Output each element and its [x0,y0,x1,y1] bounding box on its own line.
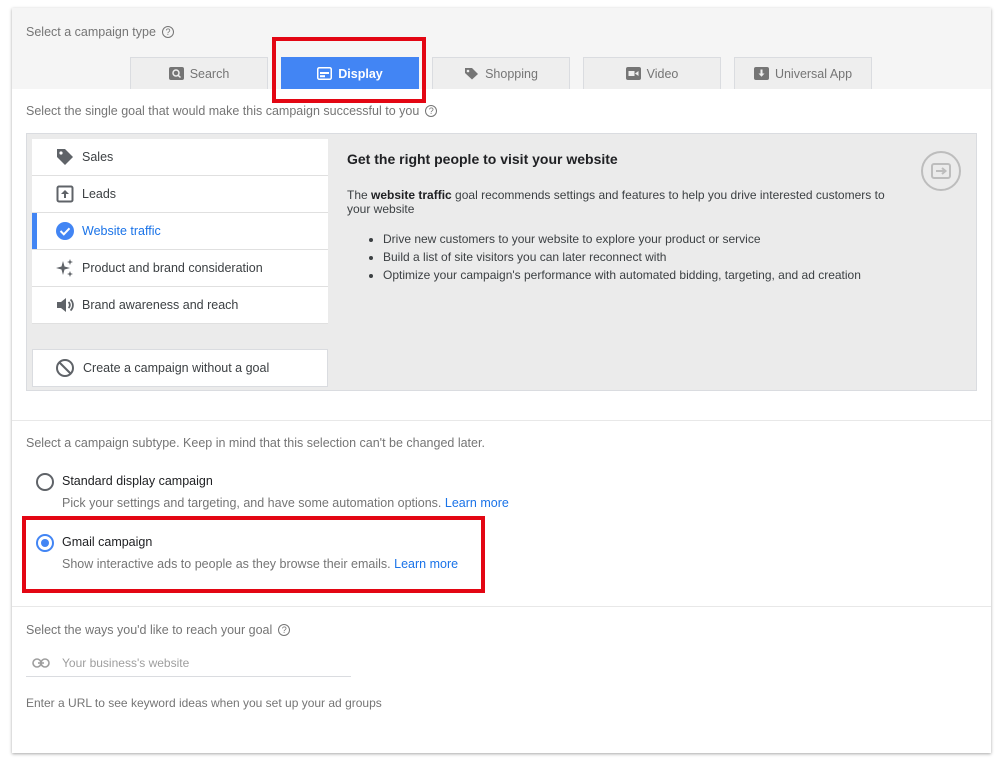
help-icon[interactable]: ? [425,105,438,117]
goal-detail-title: Get the right people to visit your websi… [347,151,618,167]
detail-intro-text: The [347,188,372,202]
goal-detail-bullets: Drive new customers to your website to e… [383,230,861,284]
goal-label: Select the single goal that would make t… [26,104,438,118]
goal-item-label: Product and brand consideration [82,261,263,275]
tab-search[interactable]: Search [130,57,268,89]
goal-list: Sales Leads Website traffic Product and … [32,139,328,324]
goal-item-brand-awareness[interactable]: Brand awareness and reach [32,287,328,324]
standard-display-radio[interactable] [36,473,54,491]
standard-display-title: Standard display campaign [62,474,213,488]
goal-detail-bullet: Drive new customers to your website to e… [383,230,861,248]
search-icon [168,67,184,80]
reach-label: Select the ways you'd like to reach your… [26,623,291,637]
tab-search-label: Search [189,66,230,81]
sparkle-icon [54,258,76,278]
video-icon [625,67,641,80]
leads-icon [54,185,76,203]
no-goal-label: Create a campaign without a goal [83,361,270,375]
link-icon [32,658,50,668]
gmail-campaign-highlight [22,516,485,593]
tab-shopping-label: Shopping [485,66,538,81]
website-url-field[interactable] [26,650,351,677]
speaker-icon [54,295,76,315]
goal-item-product-brand[interactable]: Product and brand consideration [32,250,328,287]
create-without-goal-button[interactable]: Create a campaign without a goal [32,349,328,387]
goal-detail-description: The website traffic goal recommends sett… [347,188,907,216]
website-url-input[interactable] [62,656,332,670]
campaign-type-label: Select a campaign type? [26,25,174,39]
standard-display-description: Pick your settings and targeting, and ha… [62,496,509,510]
goal-item-website-traffic[interactable]: Website traffic [32,213,328,250]
subtype-label: Select a campaign subtype. Keep in mind … [26,436,485,450]
tag-icon [54,147,76,167]
tag-icon [464,67,479,80]
tab-video-label: Video [646,66,679,81]
goal-item-label: Website traffic [82,224,161,238]
goal-detail-bullet: Build a list of site visitors you can la… [383,248,861,266]
section-divider [12,420,991,421]
check-circle-icon [54,221,76,241]
goal-item-leads[interactable]: Leads [32,176,328,213]
reach-label-text: Select the ways you'd like to reach your… [26,623,273,637]
campaign-type-label-text: Select a campaign type [26,25,156,39]
tab-video[interactable]: Video [583,57,721,89]
campaign-settings-card: Select a campaign type? Search Display S… [12,8,991,753]
detail-intro-bold: website traffic [371,188,452,202]
display-tab-highlight [272,37,426,103]
goal-item-label: Brand awareness and reach [82,298,239,312]
section-divider [12,606,991,607]
help-icon[interactable]: ? [278,624,291,636]
block-icon [55,358,77,378]
standard-display-desc-text: Pick your settings and targeting, and ha… [62,496,442,510]
learn-more-link[interactable]: Learn more [445,496,509,510]
help-icon[interactable]: ? [161,26,174,38]
download-icon [753,67,769,80]
goal-detail-bullet: Optimize your campaign's performance wit… [383,266,861,284]
goal-panel: Sales Leads Website traffic Product and … [26,133,977,391]
tab-universal-app[interactable]: Universal App [734,57,872,89]
tab-universal-app-label: Universal App [774,66,853,81]
goal-item-sales[interactable]: Sales [32,139,328,176]
goal-label-text: Select the single goal that would make t… [26,104,420,118]
url-hint: Enter a URL to see keyword ideas when yo… [26,696,382,710]
goal-item-label: Sales [82,150,114,164]
goal-item-label: Leads [82,187,117,201]
exit-to-app-icon [920,150,962,192]
tab-shopping[interactable]: Shopping [432,57,570,89]
